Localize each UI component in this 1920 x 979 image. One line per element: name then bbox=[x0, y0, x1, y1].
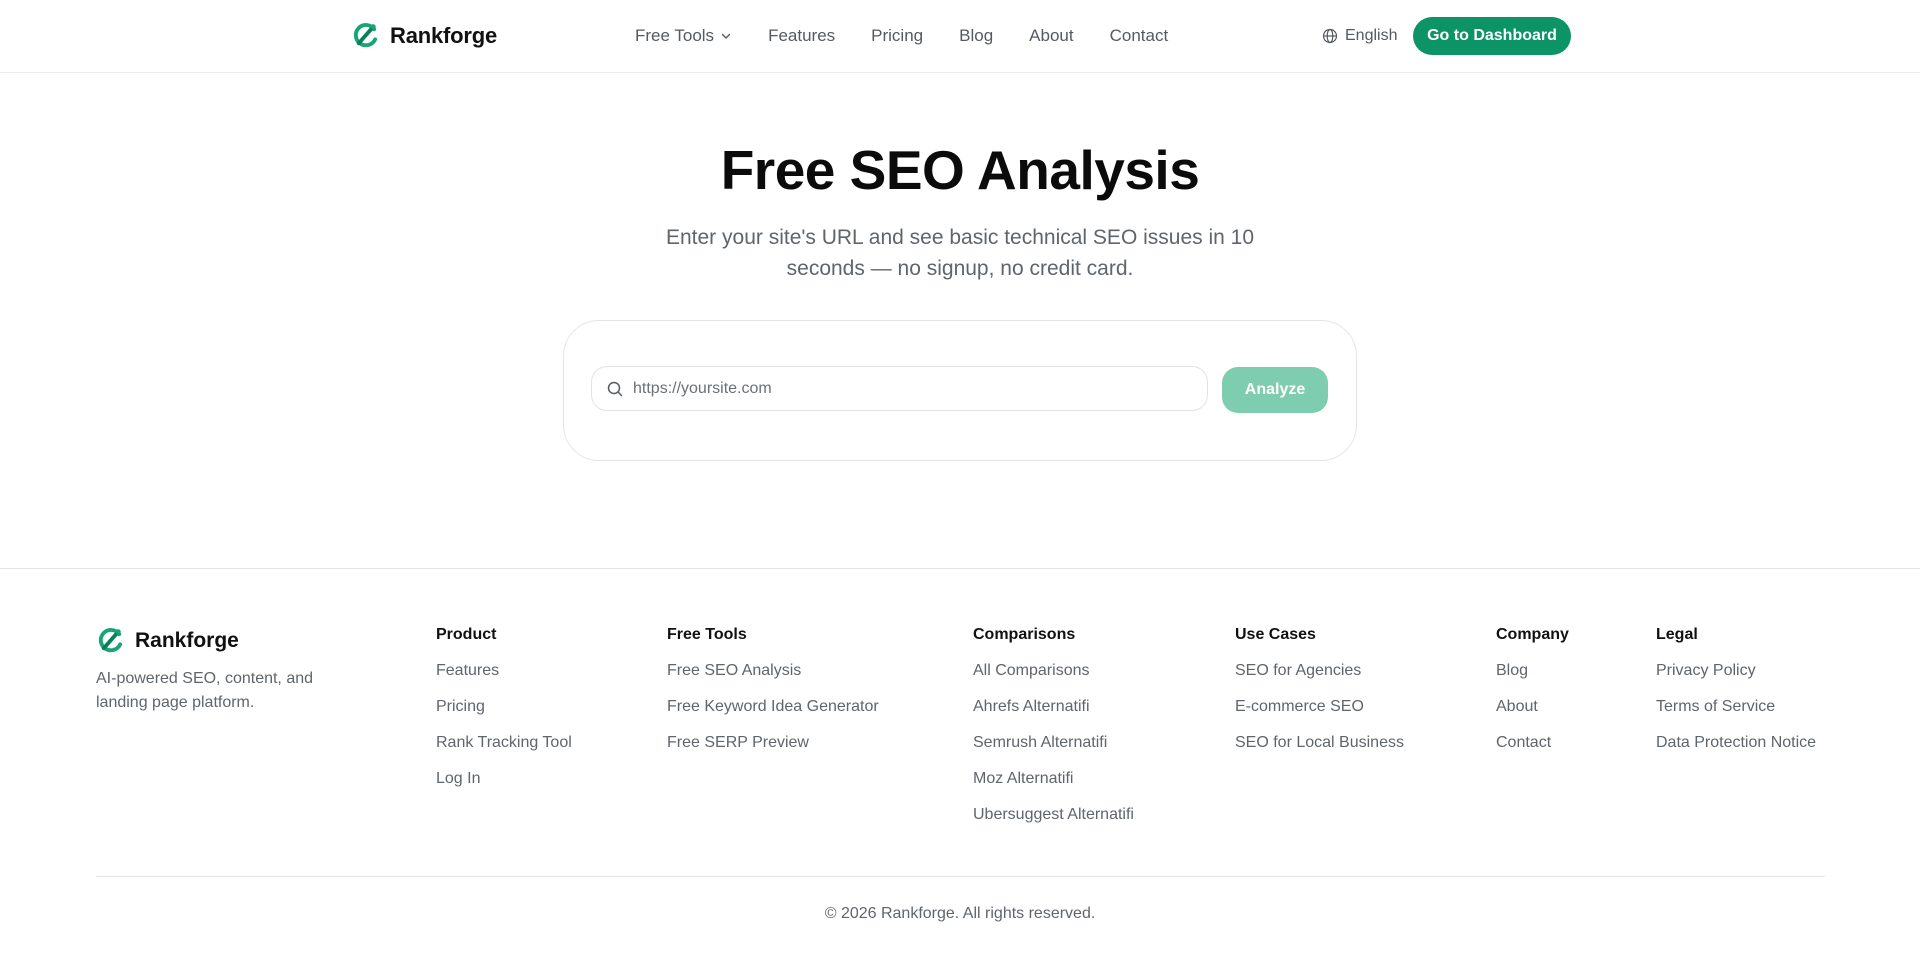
nav-item-pricing[interactable]: Pricing bbox=[871, 26, 923, 46]
footer-link-data-protection-notice[interactable]: Data Protection Notice bbox=[1656, 733, 1816, 753]
footer-column-title: Use Cases bbox=[1235, 626, 1316, 643]
footer-link-free-serp-preview[interactable]: Free SERP Preview bbox=[667, 733, 879, 753]
language-selector[interactable]: English bbox=[1322, 0, 1397, 72]
footer-column-comparisons: Comparisons All Comparisons Ahrefs Alter… bbox=[973, 625, 1134, 841]
footer-column-use-cases: Use Cases SEO for Agencies E-commerce SE… bbox=[1235, 625, 1404, 769]
globe-icon bbox=[1322, 28, 1338, 44]
go-to-dashboard-button[interactable]: Go to Dashboard bbox=[1413, 17, 1571, 55]
page-title: Free SEO Analysis bbox=[720, 139, 1200, 201]
url-input[interactable] bbox=[633, 379, 1193, 398]
footer-column-title: Company bbox=[1496, 626, 1569, 643]
footer-column-legal: Legal Privacy Policy Terms of Service Da… bbox=[1656, 625, 1816, 769]
brand-name: Rankforge bbox=[390, 22, 497, 48]
footer-link-ecommerce-seo[interactable]: E-commerce SEO bbox=[1235, 697, 1404, 717]
rankforge-logo-icon bbox=[353, 23, 378, 48]
nav-item-blog[interactable]: Blog bbox=[959, 26, 993, 46]
footer-link-free-keyword-idea-generator[interactable]: Free Keyword Idea Generator bbox=[667, 697, 879, 717]
footer-link-seo-for-local-business[interactable]: SEO for Local Business bbox=[1235, 733, 1404, 753]
page-subtitle: Enter your site's URL and see basic tech… bbox=[665, 226, 1255, 280]
footer-tagline: AI-powered SEO, content, and landing pag… bbox=[96, 670, 314, 711]
footer-link-features[interactable]: Features bbox=[436, 661, 572, 681]
footer-link-free-seo-analysis[interactable]: Free SEO Analysis bbox=[667, 661, 879, 681]
url-input-wrapper[interactable] bbox=[591, 366, 1208, 411]
footer-link-moz-alternatifi[interactable]: Moz Alternatifi bbox=[973, 769, 1134, 789]
site-footer: Rankforge AI-powered SEO, content, and l… bbox=[0, 568, 1920, 979]
footer-link-rank-tracking-tool[interactable]: Rank Tracking Tool bbox=[436, 733, 572, 753]
analysis-form-card: Analyze bbox=[563, 320, 1357, 461]
chevron-down-icon bbox=[721, 33, 731, 39]
footer-column-title: Free Tools bbox=[667, 626, 747, 643]
nav-item-features[interactable]: Features bbox=[768, 26, 835, 46]
footer-link-semrush-alternatifi[interactable]: Semrush Alternatifi bbox=[973, 733, 1134, 753]
copyright-text: © 2026 Rankforge. All rights reserved. bbox=[824, 905, 1096, 922]
footer-column-product: Product Features Pricing Rank Tracking T… bbox=[436, 625, 572, 805]
footer-divider bbox=[96, 876, 1825, 877]
footer-brand-name: Rankforge bbox=[135, 628, 239, 652]
footer-link-terms-of-service[interactable]: Terms of Service bbox=[1656, 697, 1816, 717]
footer-link-seo-for-agencies[interactable]: SEO for Agencies bbox=[1235, 661, 1404, 681]
language-label: English bbox=[1345, 27, 1398, 44]
rankforge-logo-icon bbox=[98, 628, 123, 653]
footer-column-company: Company Blog About Contact bbox=[1496, 625, 1569, 769]
analyze-button[interactable]: Analyze bbox=[1222, 367, 1328, 413]
footer-column-free-tools: Free Tools Free SEO Analysis Free Keywor… bbox=[667, 625, 879, 769]
footer-link-contact[interactable]: Contact bbox=[1496, 733, 1569, 753]
footer-link-log-in[interactable]: Log In bbox=[436, 769, 572, 789]
footer-column-title: Product bbox=[436, 626, 497, 643]
footer-link-blog[interactable]: Blog bbox=[1496, 661, 1569, 681]
site-header: Rankforge Free Tools Features Pricing Bl… bbox=[0, 0, 1920, 73]
nav-item-contact[interactable]: Contact bbox=[1110, 26, 1169, 46]
nav-item-free-tools[interactable]: Free Tools bbox=[635, 26, 732, 46]
footer-link-ahrefs-alternatifi[interactable]: Ahrefs Alternatifi bbox=[973, 697, 1134, 717]
footer-link-privacy-policy[interactable]: Privacy Policy bbox=[1656, 661, 1816, 681]
footer-column-title: Comparisons bbox=[973, 626, 1076, 643]
footer-brand-link[interactable]: Rankforge bbox=[96, 626, 239, 655]
search-icon bbox=[607, 381, 623, 396]
main-nav: Free Tools Features Pricing Blog About C… bbox=[635, 0, 1168, 72]
nav-item-about[interactable]: About bbox=[1029, 26, 1073, 46]
footer-link-all-comparisons[interactable]: All Comparisons bbox=[973, 661, 1134, 681]
footer-link-about[interactable]: About bbox=[1496, 697, 1569, 717]
brand-logo-link[interactable]: Rankforge bbox=[351, 21, 497, 50]
footer-column-title: Legal bbox=[1656, 626, 1698, 643]
nav-item-label: Free Tools bbox=[635, 26, 715, 45]
footer-link-ubersuggest-alternatifi[interactable]: Ubersuggest Alternatifi bbox=[973, 805, 1134, 825]
footer-link-pricing[interactable]: Pricing bbox=[436, 697, 572, 717]
